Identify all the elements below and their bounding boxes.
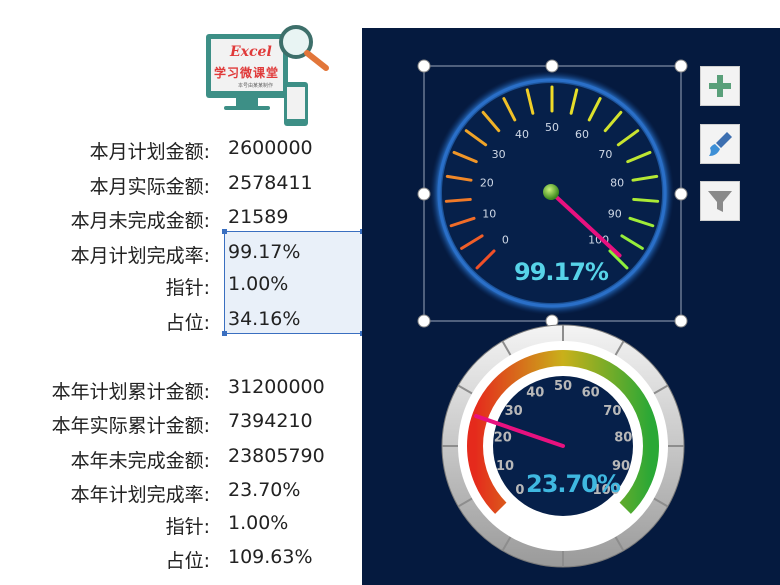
month-tick-label: 80	[610, 177, 624, 190]
year-tick-label: 50	[554, 379, 572, 394]
year-tick-label: 60	[582, 386, 600, 401]
year-tick-label: 30	[505, 404, 523, 419]
chart-filters-button[interactable]	[700, 181, 740, 221]
month-tick	[444, 197, 472, 203]
year-tick-label: 70	[603, 404, 621, 419]
month-tick-label: 70	[598, 148, 612, 161]
month-gauge-value: 99.17%	[514, 258, 609, 286]
year-gauge-value: 23.70%	[526, 470, 621, 498]
plus-icon	[709, 75, 731, 97]
month-tick-label: 60	[575, 128, 589, 141]
month-tick-label: 0	[502, 234, 509, 247]
paintbrush-icon	[709, 132, 732, 156]
year-tick-label: 80	[614, 430, 632, 445]
month-tick-label: 30	[492, 148, 506, 161]
chart-elements-button[interactable]	[700, 66, 740, 106]
month-tick-label: 20	[480, 177, 494, 190]
year-tick-label: 40	[526, 386, 544, 401]
month-needle-hub	[543, 184, 559, 200]
year-tick-label: 10	[496, 459, 514, 474]
year-gauge[interactable]: 010203040 50 60708090100	[441, 324, 685, 568]
chart-styles-button[interactable]	[700, 124, 740, 164]
year-tick-label: 20	[494, 430, 512, 445]
month-gauge[interactable]: 0102030405060708090100 010203040 50 607080…	[0, 0, 780, 585]
month-tick-label: 10	[482, 207, 496, 220]
month-tick-label: 50	[545, 121, 559, 134]
month-tick-label: 90	[608, 207, 622, 220]
filter-icon	[708, 191, 732, 212]
month-tick-label: 40	[515, 128, 529, 141]
year-tick-label: 0	[515, 483, 524, 498]
month-tick	[632, 197, 660, 203]
